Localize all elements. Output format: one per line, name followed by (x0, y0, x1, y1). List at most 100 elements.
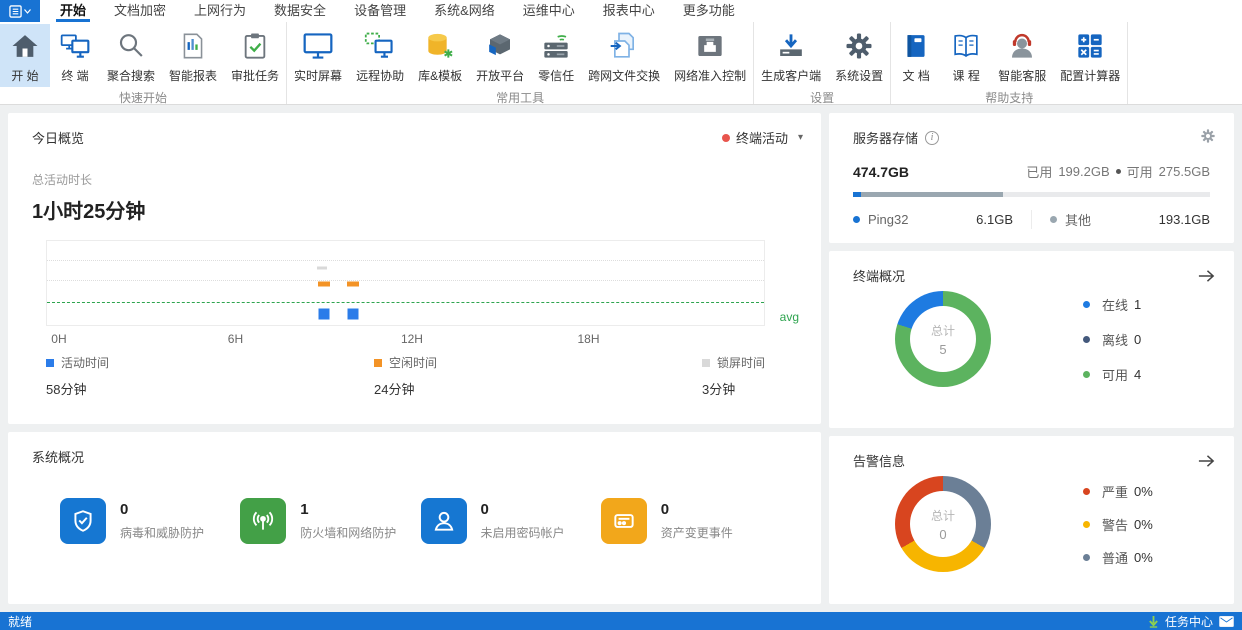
ribbon-group-common-tools: 实时屏幕 远程协助 库&模板 开放平台 零信任 跨网文件交换 网络准入控制 常用… (287, 22, 755, 105)
ribbon-realtime-screen-button[interactable]: 实时屏幕 (287, 24, 349, 87)
ribbon-home-label: 开 始 (11, 69, 39, 83)
alarm-detail-arrow[interactable] (1197, 453, 1216, 469)
ribbon-system-settings-label: 系统设置 (835, 69, 884, 83)
ribbon-generate-client-label: 生成客户端 (761, 69, 822, 83)
ribbon-system-settings-button[interactable]: 系统设置 (828, 24, 890, 87)
legend-value: 3分钟 (701, 382, 736, 397)
storage-progress-bar (853, 192, 1210, 197)
ribbon-search-button[interactable]: 聚合搜索 (100, 24, 162, 87)
terminal-overview-card: 终端概况 总计 5 在线 1 离线 0 可用 4 (829, 251, 1234, 428)
legend-value: 1 (1134, 296, 1142, 312)
legend-value: 24分钟 (373, 382, 415, 397)
tab-ops-center[interactable]: 运维中心 (509, 0, 589, 22)
card-title: 系统概况 (32, 450, 85, 465)
tab-doc-encrypt[interactable]: 文档加密 (100, 0, 180, 22)
course-book-icon (949, 28, 983, 64)
ribbon-library-button[interactable]: 库&模板 (411, 24, 469, 87)
legend-value: 58分钟 (46, 382, 87, 397)
tab-start[interactable]: 开始 (46, 0, 100, 22)
status-bar: 就绪 任务中心 (0, 612, 1242, 630)
ribbon-report-button[interactable]: 智能报表 (162, 24, 224, 87)
legend-dot (1083, 335, 1090, 343)
tab-device-mgmt[interactable]: 设备管理 (340, 0, 420, 22)
legend-swatch (46, 358, 54, 367)
legend-online: 在线 1 (1083, 295, 1141, 314)
search-icon (114, 28, 148, 64)
item-value: 193.1GB (1158, 212, 1210, 227)
chevron-down-icon (24, 8, 31, 14)
ribbon-smart-service-button[interactable]: 智能客服 (991, 24, 1053, 87)
ribbon-nac-button[interactable]: 网络准入控制 (667, 24, 753, 87)
item-name: 其他 (1065, 213, 1092, 228)
ribbon-remote-assist-label: 远程协助 (356, 69, 405, 83)
timeline-legend: 活动时间 58分钟 空闲时间 24分钟 锁屏时间 3分钟 (46, 354, 765, 398)
card-title: 告警信息 (853, 454, 906, 469)
avg-line (47, 302, 764, 304)
right-column: 服务器存储 i 474.7GB 已用 199.2GB 可用 275.5GB Pi… (829, 113, 1234, 604)
chevron-down-icon: ▾ (797, 132, 803, 143)
storage-settings-gear-icon[interactable] (1200, 128, 1216, 147)
calculator-icon (1073, 28, 1107, 64)
ribbon-course-button[interactable]: 课 程 (941, 24, 991, 87)
alarm-info-card: 告警信息 总计 0 严重 0% 警告 0% 普通 0% (829, 436, 1234, 604)
ribbon-group-settings: 生成客户端 系统设置 设置 (754, 22, 892, 105)
ribbon-terminal-button[interactable]: 终 端 (50, 24, 100, 87)
ribbon-file-exchange-label: 跨网文件交换 (588, 69, 661, 83)
server-storage-card: 服务器存储 i 474.7GB 已用 199.2GB 可用 275.5GB Pi… (829, 113, 1234, 243)
activity-type-selector[interactable]: 终端活动 ▾ (721, 128, 803, 147)
generate-client-icon (774, 28, 808, 64)
card-title: 终端概况 (853, 269, 906, 284)
ribbon-file-exchange-button[interactable]: 跨网文件交换 (581, 24, 667, 87)
ribbon-group-help: 文 档 课 程 智能客服 配置计算器 帮助支持 (891, 22, 1129, 105)
ribbon-config-calculator-label: 配置计算器 (1060, 69, 1121, 83)
message-icon[interactable] (1219, 615, 1234, 627)
ribbon-approval-button[interactable]: 审批任务 (224, 24, 286, 87)
legend-value: 0% (1134, 516, 1153, 532)
separator-dot (1115, 169, 1121, 174)
tab-web-behavior[interactable]: 上网行为 (180, 0, 260, 22)
ribbon-remote-assist-button[interactable]: 远程协助 (349, 24, 411, 87)
tab-report-center[interactable]: 报表中心 (589, 0, 669, 22)
legend-label: 在线 (1102, 297, 1129, 313)
legend-value: 0% (1134, 549, 1153, 565)
terminal-detail-arrow[interactable] (1197, 268, 1216, 284)
ribbon-docs-label: 文 档 (902, 69, 930, 83)
legend-label: 可用 (1102, 367, 1129, 383)
today-overview-card: 今日概览 终端活动 ▾ 总活动时长 1小时25分钟 avg 0H 6H 12H … (8, 113, 821, 424)
tab-more[interactable]: 更多功能 (669, 0, 749, 22)
legend-lock-time: 锁屏时间 3分钟 (701, 354, 765, 398)
legend-value: 4 (1134, 366, 1142, 382)
ribbon-zero-trust-button[interactable]: 零信任 (531, 24, 581, 87)
legend-warning: 警告 0% (1083, 515, 1153, 534)
tab-data-security[interactable]: 数据安全 (260, 0, 340, 22)
ribbon-open-platform-button[interactable]: 开放平台 (469, 24, 531, 87)
stat-number: 0 (480, 501, 489, 518)
ribbon-docs-button[interactable]: 文 档 (891, 24, 941, 87)
legend-label: 锁屏时间 (716, 356, 765, 370)
ribbon-home-button[interactable]: 开 始 (0, 24, 50, 87)
donut-center-label: 总计 (930, 323, 955, 338)
ribbon-generate-client-button[interactable]: 生成客户端 (754, 24, 828, 87)
stat-asset-change-events: 0 资产变更事件 (600, 498, 781, 544)
item-value: 6.1GB (976, 212, 1013, 227)
stat-value: 1小时25分钟 (32, 201, 146, 223)
legend-dot (1083, 487, 1090, 495)
file-exchange-icon (607, 28, 641, 64)
donut-center-value: 0 (939, 526, 947, 542)
legend-value: 0 (1134, 331, 1142, 347)
task-center-button[interactable]: 任务中心 (1148, 613, 1234, 630)
broadcast-icon (240, 498, 287, 544)
ribbon: 开 始 终 端 聚合搜索 智能报表 审批任务 快速开始 实时屏幕 远程协助 库&… (0, 22, 1242, 105)
ribbon-config-calculator-button[interactable]: 配置计算器 (1053, 24, 1127, 87)
info-icon[interactable]: i (925, 130, 940, 145)
tab-system-network[interactable]: 系统&网络 (420, 0, 509, 22)
app-menu-button[interactable] (0, 0, 40, 22)
stat-label: 病毒和威胁防护 (120, 526, 205, 540)
legend-value: 0% (1134, 483, 1153, 499)
network-access-icon (693, 28, 727, 64)
document-book-icon (899, 28, 933, 64)
legend-label: 空闲时间 (388, 356, 437, 370)
alarm-legend: 严重 0% 警告 0% 普通 0% (1083, 482, 1153, 567)
customer-service-icon (1005, 28, 1039, 64)
stat-virus-protection: 0 病毒和威胁防护 (60, 498, 240, 544)
